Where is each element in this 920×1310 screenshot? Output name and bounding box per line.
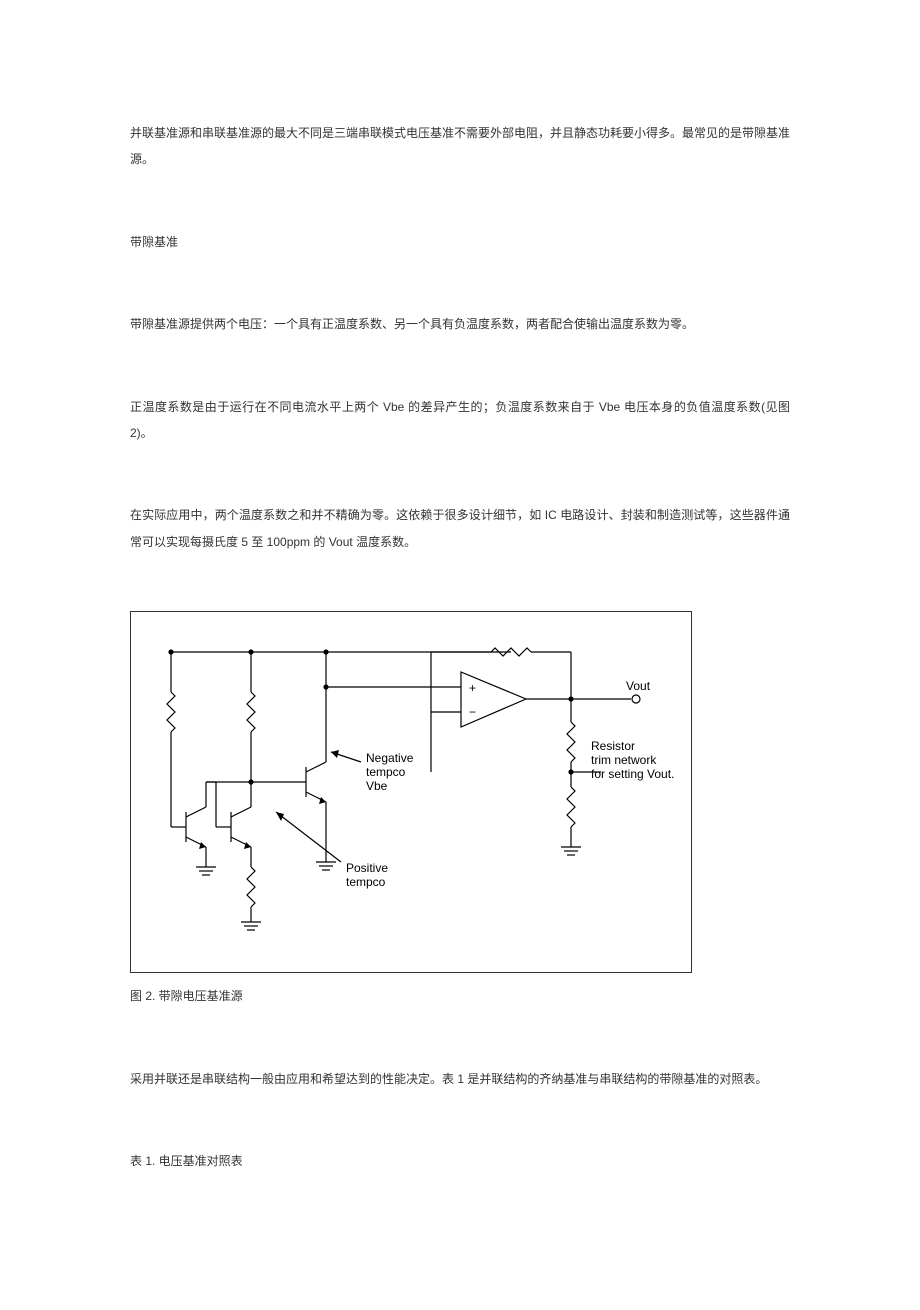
figure-2-caption: 图 2. 带隙电压基准源 xyxy=(130,983,790,1009)
figure-2-schematic: + − xyxy=(130,611,692,973)
label-vout: Vout xyxy=(626,679,651,693)
label-resistor-trim: Resistor trim network for setting Vout. xyxy=(591,739,674,781)
document-page: 并联基准源和串联基准源的最大不同是三端串联模式电压基准不需要外部电阻，并且静态功… xyxy=(0,0,920,1310)
circuit-diagram: + − xyxy=(131,612,691,972)
table-1-title: 表 1. 电压基准对照表 xyxy=(130,1148,790,1174)
paragraph-3: 正温度系数是由于运行在不同电流水平上两个 Vbe 的差异产生的；负温度系数来自于… xyxy=(130,394,790,447)
svg-text:−: − xyxy=(469,705,476,719)
paragraph-4: 在实际应用中，两个温度系数之和并不精确为零。这依赖于很多设计细节，如 IC 电路… xyxy=(130,502,790,555)
paragraph-5: 采用并联还是串联结构一般由应用和希望达到的性能决定。表 1 是并联结构的齐纳基准… xyxy=(130,1066,790,1092)
heading-bandgap: 带隙基准 xyxy=(130,229,790,255)
paragraph-intro: 并联基准源和串联基准源的最大不同是三端串联模式电压基准不需要外部电阻，并且静态功… xyxy=(130,120,790,173)
label-negative-tempco: Negative tempco Vbe xyxy=(366,751,417,793)
svg-text:+: + xyxy=(469,681,476,695)
label-positive-tempco: Positive tempco xyxy=(346,861,391,889)
paragraph-2: 带隙基准源提供两个电压：一个具有正温度系数、另一个具有负温度系数，两者配合使输出… xyxy=(130,311,790,337)
